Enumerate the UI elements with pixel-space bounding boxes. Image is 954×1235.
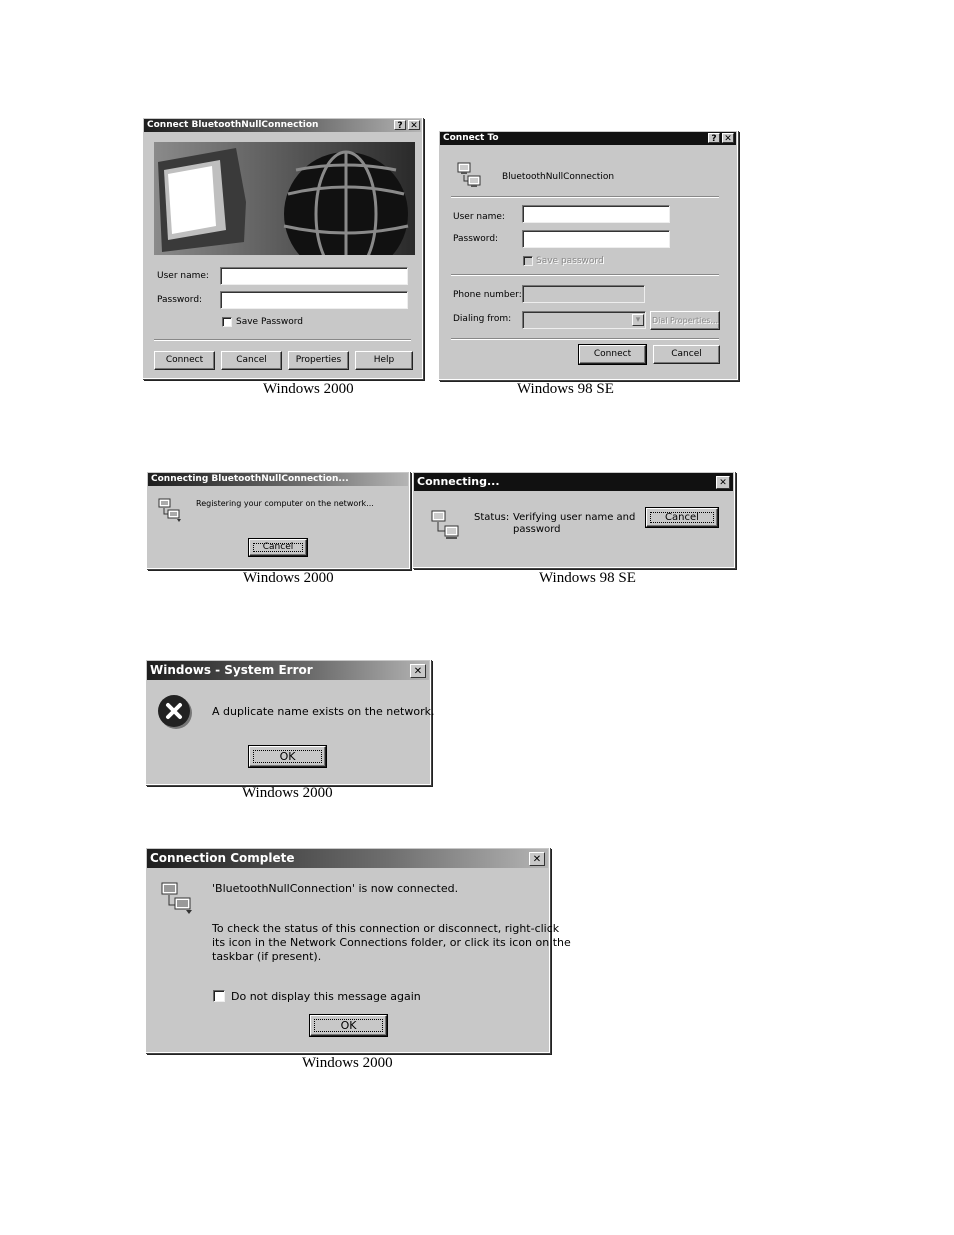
figure-caption: Windows 2000 — [263, 381, 354, 397]
do-not-display-checkbox[interactable] — [213, 990, 225, 1002]
connecting-message: Registering your computer on the network… — [196, 499, 374, 508]
save-password-label: Save password — [536, 256, 604, 266]
title-bar: Connect BluetoothNullConnection — [144, 119, 421, 132]
user-name-label: User name: — [453, 212, 505, 222]
password-label: Password: — [157, 295, 203, 305]
dialing-from-select[interactable]: ▾ — [522, 311, 646, 329]
dial-properties-button[interactable]: Dial Properties... — [650, 311, 720, 330]
win2000-connection-complete-dialog: Connection Complete ✕ 'BluetoothNullConn… — [145, 847, 571, 1053]
divider — [451, 196, 719, 198]
cancel-button[interactable]: Cancel — [248, 538, 308, 557]
figure-caption: Windows 98 SE — [539, 570, 636, 586]
instructions-line2: its icon in the Network Connections fold… — [212, 936, 571, 949]
close-title-button[interactable]: ✕ — [716, 476, 730, 489]
focus-rect — [253, 543, 303, 552]
user-name-field[interactable] — [522, 205, 670, 223]
password-field[interactable] — [220, 291, 408, 309]
close-title-button[interactable]: ✕ — [722, 133, 734, 144]
network-connection-icon — [161, 882, 192, 914]
properties-button[interactable]: Properties — [288, 351, 349, 370]
save-password-label: Save Password — [236, 317, 303, 327]
status-label: Status: — [474, 512, 510, 523]
cancel-button[interactable]: Cancel — [645, 507, 719, 528]
status-text-line2: password — [513, 524, 561, 535]
save-password-checkbox[interactable] — [222, 317, 232, 327]
error-message: A duplicate name exists on the network. — [212, 705, 435, 718]
cancel-button[interactable]: Cancel — [653, 345, 720, 364]
password-field[interactable] — [522, 230, 670, 248]
do-not-display-label: Do not display this message again — [231, 990, 421, 1003]
dialog-title: Connecting... — [417, 475, 500, 488]
password-label: Password: — [453, 234, 499, 244]
title-bar: Connecting... — [414, 473, 733, 491]
connect-button[interactable]: Connect — [578, 344, 647, 365]
instructions-line3: taskbar (if present). — [212, 950, 322, 963]
connect-button[interactable]: Connect — [154, 351, 215, 370]
network-connection-icon — [431, 510, 459, 539]
help-button[interactable]: Help — [355, 351, 413, 370]
help-title-button[interactable]: ? — [708, 133, 720, 144]
save-password-checkbox[interactable] — [523, 256, 533, 266]
divider — [451, 274, 719, 276]
phone-number-label: Phone number: — [453, 290, 522, 300]
dialog-title: Windows - System Error — [150, 663, 313, 677]
win98-connect-to-dialog: Connect To ? ✕ BluetoothNullConnection U… — [438, 130, 738, 380]
status-text-line1: Verifying user name and — [513, 512, 636, 523]
divider — [451, 338, 719, 340]
ok-button[interactable]: OK — [309, 1014, 388, 1037]
win2000-connect-dialog: Connect BluetoothNullConnection ? ✕ User… — [142, 117, 423, 379]
divider — [154, 339, 411, 341]
connected-message: 'BluetoothNullConnection' is now connect… — [212, 882, 459, 895]
instructions-line1: To check the status of this connection o… — [212, 922, 560, 935]
network-connection-icon — [457, 162, 481, 187]
figure-caption: Windows 2000 — [242, 785, 333, 801]
figure-caption: Windows 98 SE — [517, 381, 614, 397]
error-icon — [158, 695, 192, 729]
title-bar: Windows - System Error — [147, 661, 429, 680]
connection-name: BluetoothNullConnection — [502, 172, 615, 182]
network-connection-icon — [158, 498, 181, 522]
dialing-from-label: Dialing from: — [453, 314, 512, 324]
help-title-button[interactable]: ? — [394, 120, 406, 131]
user-name-label: User name: — [157, 271, 209, 281]
dialog-title: Connection Complete — [150, 851, 295, 865]
figure-caption: Windows 2000 — [302, 1055, 393, 1071]
close-title-button[interactable]: ✕ — [408, 120, 420, 131]
user-name-field[interactable] — [220, 267, 408, 285]
dialog-title: Connecting BluetoothNullConnection... — [151, 474, 349, 484]
chevron-down-icon: ▾ — [632, 314, 644, 326]
title-bar: Connecting BluetoothNullConnection... — [148, 473, 408, 486]
focus-rect — [650, 512, 714, 523]
ok-button[interactable]: OK — [248, 745, 327, 768]
title-bar: Connection Complete — [147, 849, 548, 868]
close-title-button[interactable]: ✕ — [410, 664, 426, 678]
figure-caption: Windows 2000 — [243, 570, 334, 586]
dialog-title: Connect To — [443, 133, 499, 143]
banner-image — [154, 142, 415, 255]
focus-rect — [314, 1019, 383, 1032]
cancel-button[interactable]: Cancel — [221, 351, 282, 370]
phone-number-field[interactable] — [522, 285, 645, 303]
dialog-title: Connect BluetoothNullConnection — [147, 120, 319, 130]
close-title-button[interactable]: ✕ — [529, 852, 545, 866]
title-bar: Connect To — [440, 132, 736, 145]
win98-connecting-dialog: Connecting... ✕ Status: Verifying user n… — [412, 471, 735, 568]
win2000-connecting-dialog: Connecting BluetoothNullConnection... Re… — [146, 471, 410, 569]
win2000-system-error-dialog: Windows - System Error ✕ A duplicate nam… — [145, 659, 435, 785]
focus-rect — [253, 750, 322, 763]
